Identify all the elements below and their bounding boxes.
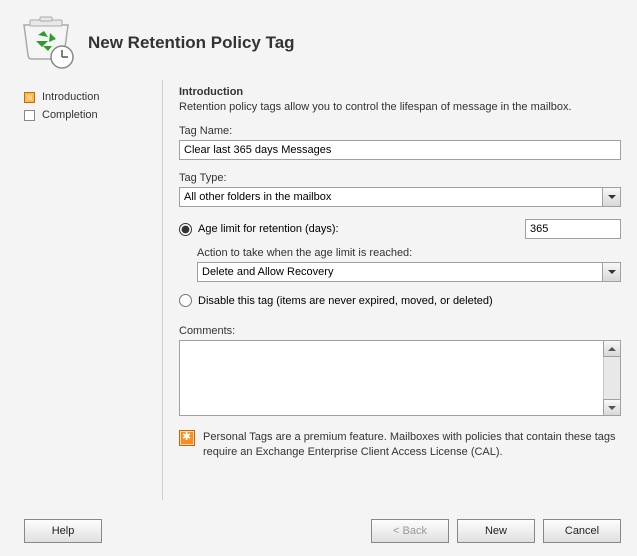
tag-name-input[interactable] — [179, 140, 621, 160]
tag-name-label: Tag Name: — [179, 125, 621, 137]
wizard-title: New Retention Policy Tag — [88, 33, 295, 53]
disable-tag-radio[interactable] — [179, 294, 192, 307]
comments-label: Comments: — [179, 325, 621, 337]
step-completion: Completion — [24, 106, 158, 124]
scroll-down-icon[interactable] — [603, 399, 621, 416]
wizard-main: Introduction Retention policy tags allow… — [167, 80, 637, 500]
step-marker-icon — [24, 92, 35, 103]
section-description: Retention policy tags allow you to contr… — [179, 101, 621, 113]
vertical-divider — [162, 80, 163, 500]
tag-type-label: Tag Type: — [179, 172, 621, 184]
action-select[interactable] — [197, 262, 621, 282]
recycle-bin-icon — [18, 15, 74, 71]
back-button[interactable]: < Back — [371, 519, 449, 543]
premium-info: Personal Tags are a premium feature. Mai… — [179, 430, 621, 460]
step-label: Introduction — [42, 91, 99, 103]
wizard-footer: Help < Back New Cancel — [0, 506, 637, 556]
step-label: Completion — [42, 109, 98, 121]
wizard-header: New Retention Policy Tag — [0, 0, 637, 80]
cancel-button[interactable]: Cancel — [543, 519, 621, 543]
wizard-sidebar: Introduction Completion — [0, 80, 158, 500]
comments-wrapper — [179, 340, 621, 416]
disable-tag-label: Disable this tag (items are never expire… — [198, 295, 493, 307]
step-introduction: Introduction — [24, 88, 158, 106]
action-label: Action to take when the age limit is rea… — [197, 247, 621, 259]
premium-icon — [179, 430, 195, 446]
age-limit-input[interactable] — [525, 219, 621, 239]
age-limit-radio[interactable] — [179, 223, 192, 236]
scrollbar[interactable] — [603, 341, 620, 415]
age-limit-label: Age limit for retention (days): — [198, 223, 339, 235]
section-title: Introduction — [179, 86, 621, 98]
comments-textarea[interactable] — [180, 341, 602, 415]
new-button[interactable]: New — [457, 519, 535, 543]
scroll-up-icon[interactable] — [603, 340, 621, 357]
step-marker-icon — [24, 110, 35, 121]
tag-type-select[interactable] — [179, 187, 621, 207]
help-button[interactable]: Help — [24, 519, 102, 543]
premium-info-text: Personal Tags are a premium feature. Mai… — [203, 430, 621, 460]
wizard-window: New Retention Policy Tag Introduction Co… — [0, 0, 637, 556]
wizard-body: Introduction Completion Introduction Ret… — [0, 80, 637, 500]
